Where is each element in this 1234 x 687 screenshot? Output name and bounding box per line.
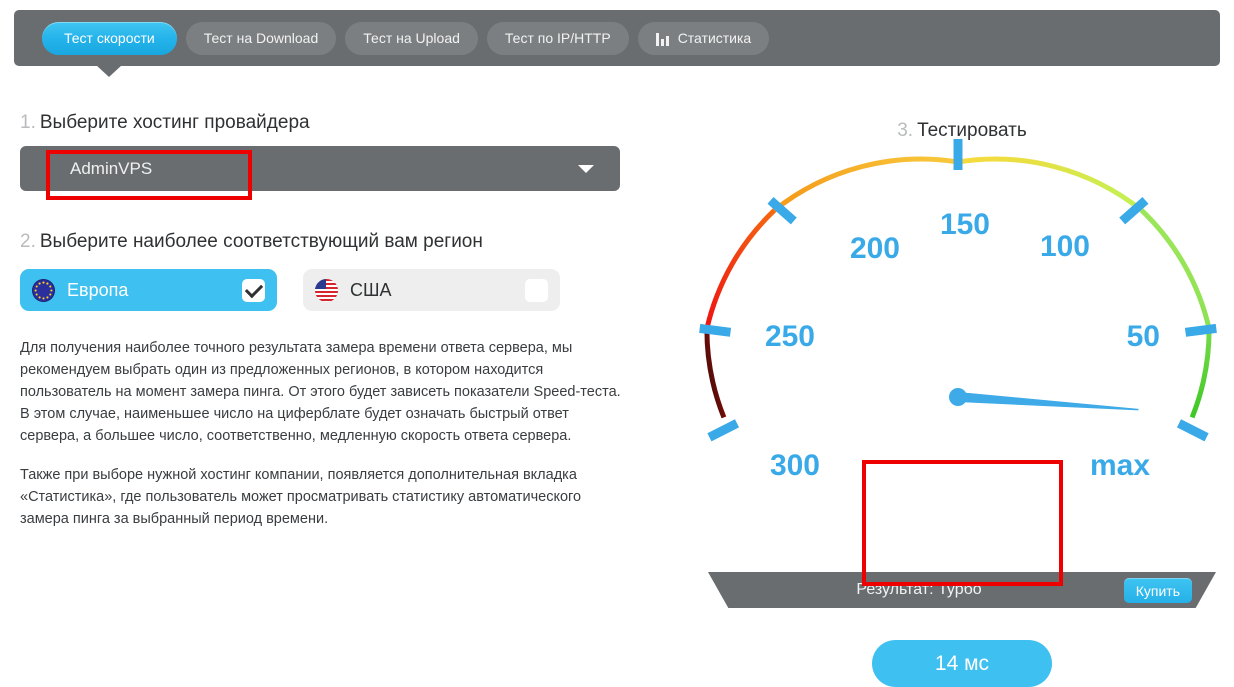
region-options: Европа США — [20, 269, 632, 311]
tab-ip-http-test[interactable]: Тест по IP/HTTP — [486, 21, 629, 55]
region-option-europe[interactable]: Европа — [20, 269, 277, 311]
step-2-heading: 2. Выберите наиболее соответствующий вам … — [20, 231, 632, 253]
tab-label: Тест на Upload — [363, 30, 460, 46]
step-1-heading: 1. Выберите хостинг провайдера — [20, 112, 632, 134]
eu-flag-icon — [32, 278, 55, 302]
region-checkbox-usa[interactable] — [525, 278, 548, 302]
region-checkbox-europe[interactable] — [242, 278, 265, 302]
left-panel: 1. Выберите хостинг провайдера AdminVPS 2… — [20, 112, 632, 547]
tab-speed-test[interactable]: Тест скорости — [42, 21, 177, 55]
buy-button[interactable]: Купить — [1123, 578, 1192, 603]
gauge-needle-pivot — [949, 388, 967, 406]
gauge-tick-250: 250 — [765, 320, 815, 353]
gauge-tick-50: 50 — [1127, 320, 1160, 353]
result-value-button[interactable]: 14 мс — [872, 640, 1052, 687]
tab-upload-test[interactable]: Тест на Upload — [345, 21, 478, 55]
bar-chart-icon — [655, 32, 671, 46]
description-paragraph-1: Для получения наиболее точного результат… — [20, 340, 621, 444]
tab-active-pointer — [96, 65, 122, 77]
step-1-title: Выберите хостинг провайдера — [39, 112, 310, 133]
gauge-tick-200: 200 — [850, 232, 900, 265]
tab-label: Статистика — [677, 30, 752, 46]
check-icon — [244, 279, 263, 298]
tab-download-test[interactable]: Тест на Download — [185, 21, 337, 55]
chevron-down-icon — [578, 165, 594, 173]
tab-label: Тест скорости — [64, 30, 155, 46]
gauge-tick-300: 300 — [770, 449, 820, 482]
gauge-tick-max: max — [1090, 449, 1150, 482]
tab-label: Тест по IP/HTTP — [504, 30, 611, 46]
us-flag-icon — [315, 278, 338, 302]
gauge-dial: max 50 100 150 200 250 300 — [699, 139, 1217, 482]
provider-select-value: AdminVPS — [70, 158, 153, 178]
tab-bar: Тест скорости Тест на Download Тест на U… — [14, 10, 1220, 66]
gauge-tick-100: 100 — [1040, 230, 1090, 263]
description-paragraph-2: Также при выборе нужной хостинг компании… — [20, 467, 582, 527]
speed-gauge-panel: 3. Тестировать max 50 100 150 200 250 30… — [690, 112, 1234, 687]
description-text: Для получения наиболее точного результат… — [20, 337, 626, 530]
tab-statistics[interactable]: Статистика — [637, 21, 770, 55]
step-2-title: Выберите наиболее соответствующий вам ре… — [39, 231, 483, 252]
region-label-europe: Европа — [67, 279, 129, 300]
step-1-number: 1. — [20, 112, 36, 133]
gauge-base-bar: Результат: Турбо Купить — [708, 572, 1216, 608]
provider-select[interactable]: AdminVPS — [20, 146, 620, 191]
region-option-usa[interactable]: США — [303, 269, 560, 311]
gauge-tick-150: 150 — [940, 208, 990, 241]
step-2-number: 2. — [20, 231, 36, 252]
tab-label: Тест на Download — [203, 30, 319, 46]
region-label-usa: США — [350, 279, 392, 300]
